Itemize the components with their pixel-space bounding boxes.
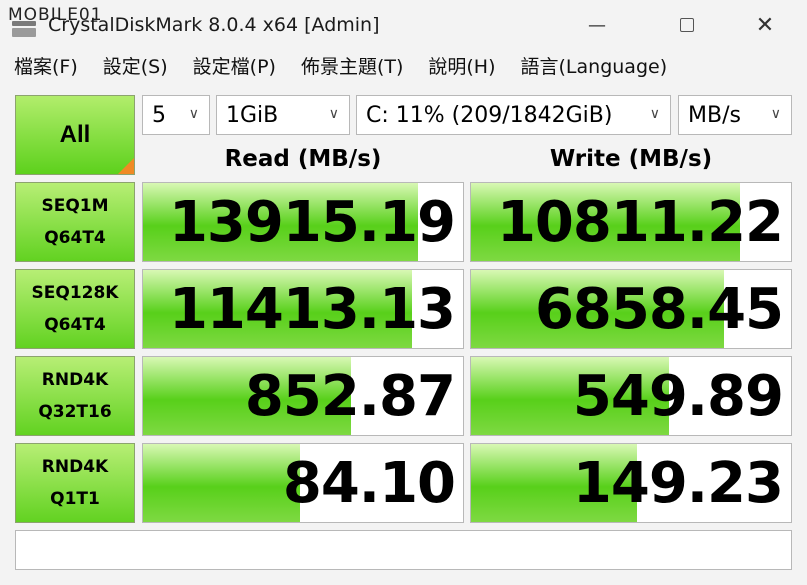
chevron-down-icon: ∨	[188, 106, 199, 122]
write-result: 149.23	[470, 443, 792, 523]
disk-icon	[12, 21, 36, 37]
write-column-header: Write (MB/s)	[549, 146, 713, 172]
test-label-line2: Q1T1	[50, 489, 100, 509]
chevron-down-icon: ∨	[328, 106, 339, 122]
title-bar: MOBILE01 CrystalDiskMark 8.0.4 x64 [Admi…	[0, 0, 807, 48]
comment-field[interactable]	[15, 530, 792, 570]
test-label-line1: RND4K	[41, 457, 109, 477]
write-result: 549.89	[470, 356, 792, 436]
write-result-value: 6858.45	[534, 277, 784, 342]
write-result-value: 549.89	[572, 364, 784, 429]
test-size-select[interactable]: 1GiB ∨	[216, 95, 350, 135]
read-result: 84.10	[142, 443, 464, 523]
test-count-value: 5	[152, 102, 166, 128]
test-label-line2: Q64T4	[44, 228, 106, 248]
drive-select[interactable]: C: 11% (209/1842GiB) ∨	[356, 95, 671, 135]
chevron-down-icon: ∨	[649, 106, 660, 122]
close-button[interactable]: ✕	[742, 10, 788, 40]
read-result: 852.87	[142, 356, 464, 436]
read-result-value: 13915.19	[168, 190, 456, 255]
read-result: 11413.13	[142, 269, 464, 349]
test-size-value: 1GiB	[226, 102, 279, 128]
unit-value: MB/s	[688, 102, 741, 128]
write-result: 6858.45	[470, 269, 792, 349]
menu-file[interactable]: 檔案(F)	[14, 52, 78, 79]
maximize-icon	[680, 18, 694, 32]
menu-language[interactable]: 語言(Language)	[521, 52, 668, 79]
menu-profile[interactable]: 設定檔(P)	[193, 52, 276, 79]
window-title: CrystalDiskMark 8.0.4 x64 [Admin]	[48, 14, 380, 36]
maximize-button[interactable]	[664, 10, 710, 40]
test-button-rnd4k-q32t16[interactable]: RND4K Q32T16	[15, 356, 135, 436]
read-result-value: 84.10	[282, 451, 456, 516]
read-result-value: 852.87	[244, 364, 456, 429]
menu-settings[interactable]: 設定(S)	[103, 52, 168, 79]
read-result-value: 11413.13	[168, 277, 456, 342]
test-button-rnd4k-q1t1[interactable]: RND4K Q1T1	[15, 443, 135, 523]
read-column-header: Read (MB/s)	[224, 146, 382, 172]
drive-value: C: 11% (209/1842GiB)	[366, 102, 613, 128]
corner-marker-icon	[118, 158, 134, 174]
read-result-bar	[143, 444, 300, 522]
write-result-value: 149.23	[572, 451, 784, 516]
read-result: 13915.19	[142, 182, 464, 262]
test-label-line2: Q32T16	[38, 402, 112, 422]
menu-theme[interactable]: 佈景主題(T)	[301, 52, 403, 79]
all-button-label: All	[59, 121, 91, 148]
test-label-line1: SEQ1M	[41, 196, 109, 216]
test-button-seq1m-q64t4[interactable]: SEQ1M Q64T4	[15, 182, 135, 262]
test-button-seq128k-q64t4[interactable]: SEQ128K Q64T4	[15, 269, 135, 349]
test-label-line2: Q64T4	[44, 315, 106, 335]
unit-select[interactable]: MB/s ∨	[678, 95, 792, 135]
test-label-line1: RND4K	[41, 370, 109, 390]
all-button[interactable]: All	[15, 95, 135, 175]
write-result: 10811.22	[470, 182, 792, 262]
test-count-select[interactable]: 5 ∨	[142, 95, 210, 135]
chevron-down-icon: ∨	[770, 106, 781, 122]
minimize-button[interactable]: —	[574, 10, 620, 40]
menu-bar: 檔案(F) 設定(S) 設定檔(P) 佈景主題(T) 說明(H) 語言(Lang…	[0, 48, 807, 82]
write-result-value: 10811.22	[496, 190, 784, 255]
menu-help[interactable]: 說明(H)	[428, 52, 495, 79]
test-label-line1: SEQ128K	[31, 283, 119, 303]
